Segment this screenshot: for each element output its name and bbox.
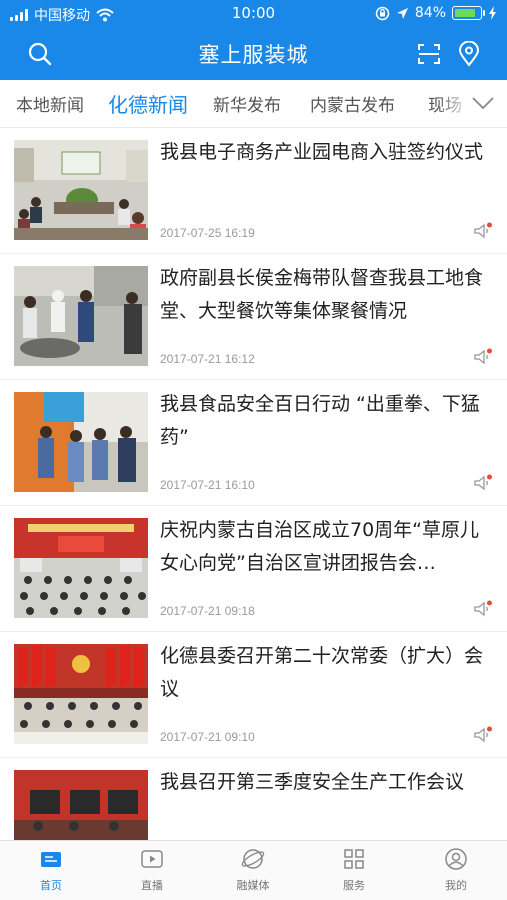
bottom-tab-label: 融媒体 (236, 879, 270, 892)
news-thumbnail (14, 518, 148, 618)
bottom-tab-home[interactable]: 首页 (11, 847, 91, 893)
status-bar: 中国移动 10:00 84% (0, 0, 507, 28)
app-header: 中国移动 10:00 84% 塞上服装城 (0, 0, 507, 80)
grid-icon (344, 849, 364, 869)
location-arrow-icon (396, 7, 408, 19)
tab-xinhua-release[interactable]: 新华发布 (213, 91, 281, 116)
news-title: 政府副县长侯金梅带队督查我县工地食堂、大型餐饮等集体聚餐情况 (160, 267, 484, 322)
bottom-tab-label: 首页 (40, 879, 62, 892)
news-thumbnail (14, 266, 148, 366)
news-item[interactable]: 我县食品安全百日行动 “出重拳、下猛药” 2017-07-21 16:10 (0, 380, 507, 506)
category-tabs: 本地新闻 化德新闻 新华发布 内蒙古发布 现场 (0, 80, 507, 128)
scan-icon[interactable] (416, 41, 442, 67)
bottom-tab-service[interactable]: 服务 (314, 847, 394, 893)
battery-percent: 84% (414, 5, 446, 21)
audio-speaker-icon[interactable] (473, 348, 493, 366)
news-thumbnail (14, 140, 148, 240)
news-title: 我县食品安全百日行动 “出重拳、下猛药” (160, 393, 480, 448)
news-title: 我县召开第三季度安全生产工作会议 (160, 771, 465, 793)
news-item[interactable]: 我县电子商务产业园电商入驻签约仪式 2017-07-25 16:19 (0, 128, 507, 254)
news-title: 我县电子商务产业园电商入驻签约仪式 (160, 141, 484, 163)
play-icon (141, 850, 163, 868)
location-pin-icon[interactable] (456, 41, 482, 67)
news-title: 庆祝内蒙古自治区成立70周年“草原儿女心向党”自治区宣讲团报告会… (160, 519, 480, 574)
tab-local-news[interactable]: 本地新闻 (16, 91, 84, 116)
news-item[interactable]: 我县召开第三季度安全生产工作会议 (0, 758, 507, 840)
audio-speaker-icon[interactable] (473, 474, 493, 492)
bottom-tab-media[interactable]: 融媒体 (213, 847, 293, 893)
bottom-tab-mine[interactable]: 我的 (416, 847, 496, 893)
news-thumbnail (14, 644, 148, 744)
charging-bolt-icon (489, 6, 496, 20)
news-item[interactable]: 政府副县长侯金梅带队督查我县工地食堂、大型餐饮等集体聚餐情况 2017-07-2… (0, 254, 507, 380)
news-thumbnail (14, 392, 148, 492)
news-date: 2017-07-21 09:18 (160, 604, 255, 618)
tab-inner-mongolia-release[interactable]: 内蒙古发布 (310, 91, 395, 116)
globe-icon (241, 849, 265, 869)
news-item[interactable]: 庆祝内蒙古自治区成立70周年“草原儿女心向党”自治区宣讲团报告会… 2017-0… (0, 506, 507, 632)
home-news-icon (41, 852, 61, 867)
news-item[interactable]: 化德县委召开第二十次常委（扩大）会议 2017-07-21 09:10 (0, 632, 507, 758)
bottom-tab-label: 我的 (445, 879, 467, 892)
app-screen: 中国移动 10:00 84% 塞上服装城 本地新闻 化德新闻 新华发布 内蒙古发… (0, 0, 507, 900)
status-right: 84% (375, 5, 497, 21)
news-date: 2017-07-21 09:10 (160, 730, 255, 744)
nav-bar: 塞上服装城 (0, 28, 507, 80)
orientation-lock-icon (375, 6, 390, 20)
news-thumbnail (14, 770, 148, 840)
bottom-tab-label: 服务 (343, 879, 365, 892)
news-feed: 我县电子商务产业园电商入驻签约仪式 2017-07-25 16:19 政府副县长… (0, 128, 507, 840)
tab-huade-news[interactable]: 化德新闻 (108, 89, 188, 118)
bottom-tab-label: 直播 (141, 879, 163, 892)
news-title: 化德县委召开第二十次常委（扩大）会议 (160, 645, 484, 700)
audio-speaker-icon[interactable] (473, 726, 493, 744)
chevron-down-icon[interactable] (471, 94, 495, 112)
audio-speaker-icon[interactable] (473, 600, 493, 618)
user-icon (445, 848, 467, 870)
news-date: 2017-07-21 16:10 (160, 478, 255, 492)
bottom-tab-live[interactable]: 直播 (112, 847, 192, 893)
battery-level (455, 9, 475, 17)
news-date: 2017-07-25 16:19 (160, 226, 255, 240)
audio-speaker-icon[interactable] (473, 222, 493, 240)
news-date: 2017-07-21 16:12 (160, 352, 255, 366)
bottom-tab-bar: 首页 直播 融媒体 服务 我的 (0, 840, 507, 900)
battery-icon (452, 6, 485, 20)
